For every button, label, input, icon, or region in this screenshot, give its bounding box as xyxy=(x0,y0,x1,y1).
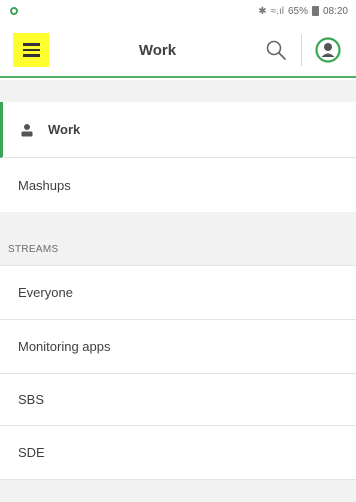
stream-item-label: Everyone xyxy=(18,285,73,300)
stream-item-label: Monitoring apps xyxy=(18,339,111,354)
bottom-spacer xyxy=(0,480,356,502)
nav-spacer xyxy=(0,80,356,102)
nav-item-work-label: Work xyxy=(48,122,81,137)
stream-item-sde[interactable]: SDE xyxy=(0,426,356,480)
section-spacer xyxy=(0,212,356,234)
battery-icon xyxy=(311,6,319,16)
wifi-signal-icon: ≈.ıl xyxy=(270,5,284,17)
nav-item-mashups-label: Mashups xyxy=(18,177,71,193)
status-indicators: ✱ ≈.ıl 65% 08:20 xyxy=(258,6,348,17)
clock: 08:20 xyxy=(322,5,348,17)
app-header: Work xyxy=(0,22,356,78)
search-button[interactable] xyxy=(262,36,290,64)
stream-item-everyone[interactable]: Everyone xyxy=(0,266,356,320)
stream-item-label: SBS xyxy=(18,392,45,407)
streams-heading: STREAMS xyxy=(0,234,356,266)
notification-indicator-icon xyxy=(10,7,18,15)
bluetooth-icon: ✱ xyxy=(258,5,267,17)
status-bar: ✱ ≈.ıl 65% 08:20 xyxy=(0,0,356,22)
stream-item-label: SDE xyxy=(18,445,45,460)
person-icon xyxy=(20,123,34,137)
search-icon xyxy=(266,40,286,60)
nav-item-work[interactable]: Work xyxy=(0,102,356,158)
stream-item-sbs[interactable]: SBS xyxy=(0,374,356,426)
nav-item-mashups[interactable]: Mashups xyxy=(0,158,356,212)
profile-button[interactable] xyxy=(313,35,343,65)
stream-item-monitoring-apps[interactable]: Monitoring apps xyxy=(0,320,356,374)
user-avatar-icon xyxy=(315,37,341,63)
header-divider xyxy=(301,34,302,66)
battery-percent: 65% xyxy=(287,5,308,17)
